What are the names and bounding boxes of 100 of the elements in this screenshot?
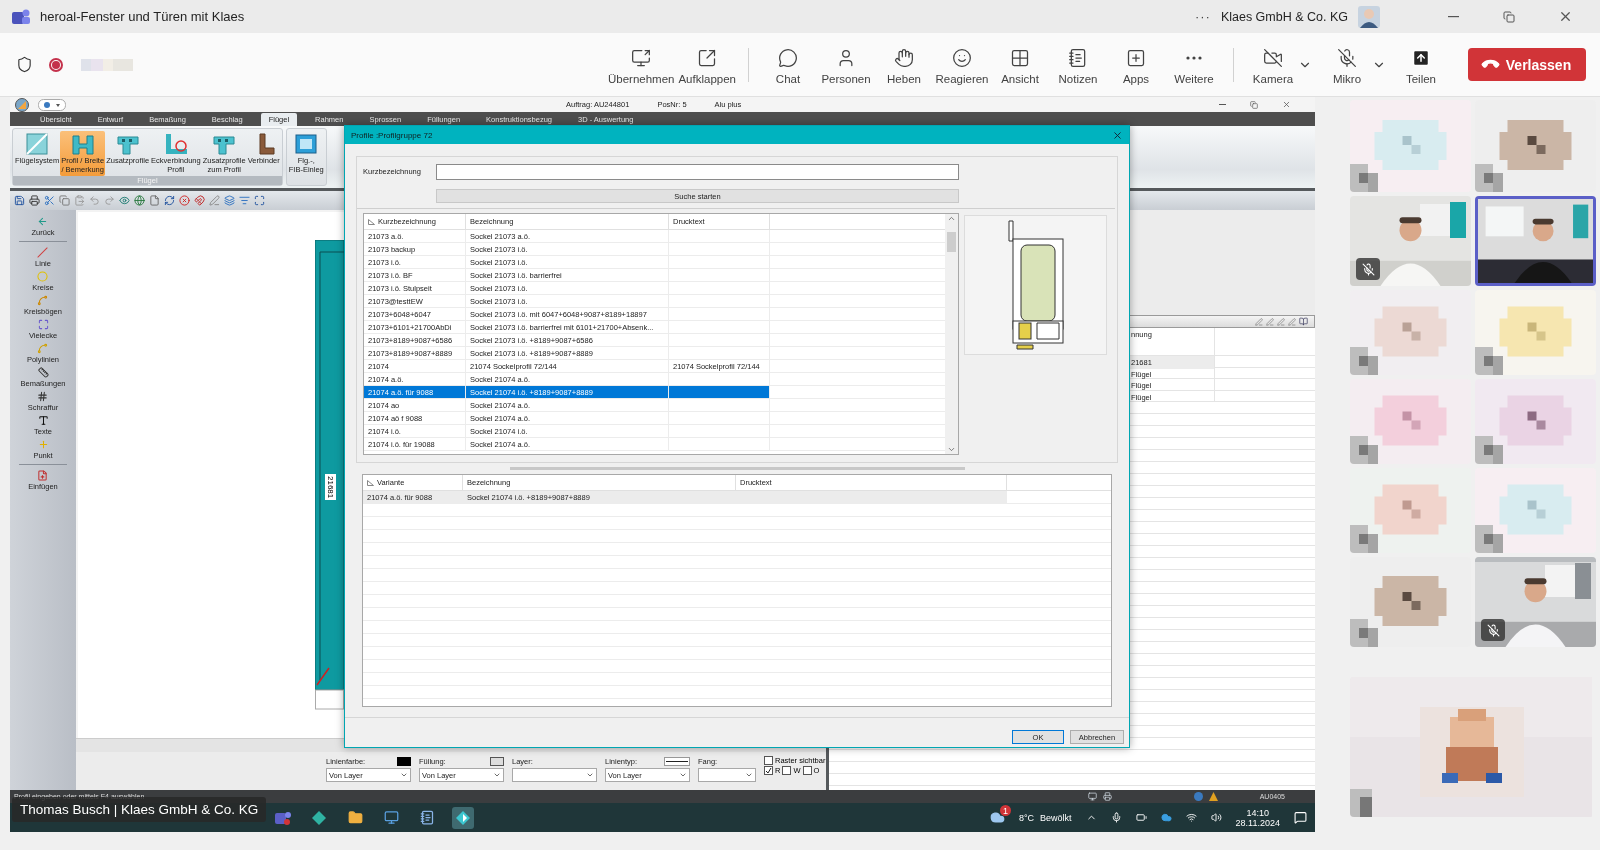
notification-badge: 1: [1000, 805, 1011, 816]
scrollbar[interactable]: [945, 214, 958, 454]
more-icon: [1186, 55, 1202, 60]
dropdown[interactable]: [512, 768, 597, 782]
print-icon[interactable]: [29, 195, 40, 206]
mic-off-icon: [1486, 623, 1500, 637]
restore-icon: [1250, 100, 1258, 109]
zoom-extents-icon[interactable]: [254, 195, 265, 206]
pen-icon[interactable]: [209, 195, 220, 206]
toolbar-button[interactable]: Chat: [759, 40, 817, 89]
organization-name: Klaes GmbH & Co. KG: [1220, 9, 1348, 24]
avatar[interactable]: [1358, 5, 1380, 28]
monitor-icon: [631, 47, 652, 68]
more-options[interactable]: ···: [1194, 9, 1211, 24]
notebook-icon[interactable]: [419, 810, 435, 825]
file-icon[interactable]: [149, 195, 160, 206]
shield-icon[interactable]: [16, 56, 33, 73]
app-logo: [12, 8, 30, 25]
toolbar-button[interactable]: Weitere: [1165, 40, 1223, 89]
close-icon: [1281, 100, 1291, 109]
layers-icon[interactable]: [224, 195, 235, 206]
dropdown[interactable]: [698, 768, 756, 782]
quick-access-icon[interactable]: [38, 98, 66, 111]
battery-icon[interactable]: [1135, 812, 1147, 823]
fill-swatch[interactable]: [490, 757, 504, 766]
toolbar-button[interactable]: Reagieren: [933, 40, 991, 89]
scroll-thumb[interactable]: [947, 232, 956, 252]
chat-app-icon[interactable]: [275, 810, 291, 825]
toolbar-button[interactable]: Notizen: [1049, 40, 1107, 89]
refresh-icon[interactable]: [164, 195, 175, 206]
profile-icon: [69, 132, 96, 156]
arrow-left-icon: [37, 216, 49, 227]
text-icon: [37, 415, 49, 426]
dialog-title: Profile :Profilgruppe 72: [351, 130, 433, 140]
point-icon: [37, 439, 49, 450]
diamond-app-icon[interactable]: [311, 809, 327, 826]
chevron-down-icon: [679, 771, 687, 779]
monitor-icon[interactable]: [1087, 792, 1097, 801]
toolbar-button[interactable]: Apps: [1107, 40, 1165, 89]
monitor-icon[interactable]: [383, 810, 399, 825]
sash-icon: [24, 132, 51, 156]
chevron-down-icon: [745, 771, 753, 779]
share-button[interactable]: Teilen: [1392, 40, 1450, 89]
speaker-icon[interactable]: [1210, 812, 1222, 823]
eye-icon[interactable]: [119, 195, 130, 206]
cloud-icon[interactable]: [1160, 812, 1172, 823]
toolbar-button[interactable]: Heben: [875, 40, 933, 89]
microphone-off-icon: [1337, 47, 1357, 68]
chevron-down-icon: [586, 771, 594, 779]
toolbar-button[interactable]: Ansicht: [991, 40, 1049, 89]
glass-insert-icon: [293, 132, 320, 156]
toolbar-button[interactable]: Personen: [817, 40, 875, 89]
save-icon[interactable]: [14, 195, 25, 206]
insert-icon: [37, 470, 49, 481]
mic-off-icon: [1361, 262, 1375, 276]
notebook-icon: [1068, 47, 1088, 68]
color-swatch[interactable]: [397, 757, 411, 766]
globe-icon[interactable]: [134, 195, 145, 206]
scroll-down-icon[interactable]: [947, 445, 956, 454]
notifications-icon[interactable]: [1294, 811, 1307, 824]
dimension-icon: [37, 367, 49, 378]
stop-icon[interactable]: [179, 195, 190, 206]
restore-icon: [1503, 10, 1515, 23]
magnet-icon[interactable]: [194, 195, 205, 206]
toolbar-button[interactable]: Aufklappen: [676, 40, 738, 89]
polyline-icon: [37, 343, 49, 354]
book-icon[interactable]: [1299, 317, 1308, 326]
search-field[interactable]: [436, 163, 959, 180]
line-sample[interactable]: [664, 757, 690, 766]
clock-date[interactable]: 28.11.2024: [1235, 817, 1280, 828]
scroll-up-icon[interactable]: [947, 214, 956, 223]
microphone-button[interactable]: Mikro: [1318, 40, 1376, 89]
print-icon[interactable]: [1102, 792, 1112, 801]
leave-button[interactable]: Verlassen: [1468, 48, 1586, 81]
grid-icon: [1010, 47, 1030, 68]
clock-time[interactable]: 14:10: [1246, 807, 1270, 818]
toolbar-button[interactable]: Übernehmen: [605, 40, 677, 89]
smiley-icon: [952, 47, 972, 68]
cloud-icon[interactable]: [990, 810, 1005, 825]
temperature: 8°C: [1019, 812, 1035, 823]
close-icon[interactable]: [1112, 129, 1123, 141]
folder-icon[interactable]: [347, 810, 363, 825]
microphone-icon[interactable]: [1110, 812, 1122, 823]
circle-icon: [37, 271, 49, 282]
copy-icon[interactable]: [59, 195, 70, 206]
cut-icon[interactable]: [44, 195, 55, 206]
camera-button[interactable]: Kamera: [1244, 40, 1302, 89]
app-logo[interactable]: [14, 97, 32, 112]
diamond-app-icon: [455, 809, 471, 826]
warning-icon: [1208, 792, 1218, 801]
network-icon[interactable]: [1185, 812, 1197, 823]
taskbar-button[interactable]: [452, 806, 474, 829]
chevron-down-icon: [493, 771, 501, 779]
weather-condition: Bewölkt: [1040, 812, 1072, 823]
help-icon[interactable]: [1193, 792, 1203, 801]
minimize-icon: [1447, 15, 1459, 18]
list-icon[interactable]: [239, 195, 250, 206]
line-icon: [37, 247, 49, 258]
minimize-icon: [1218, 104, 1226, 105]
pop-out-icon: [697, 47, 718, 68]
